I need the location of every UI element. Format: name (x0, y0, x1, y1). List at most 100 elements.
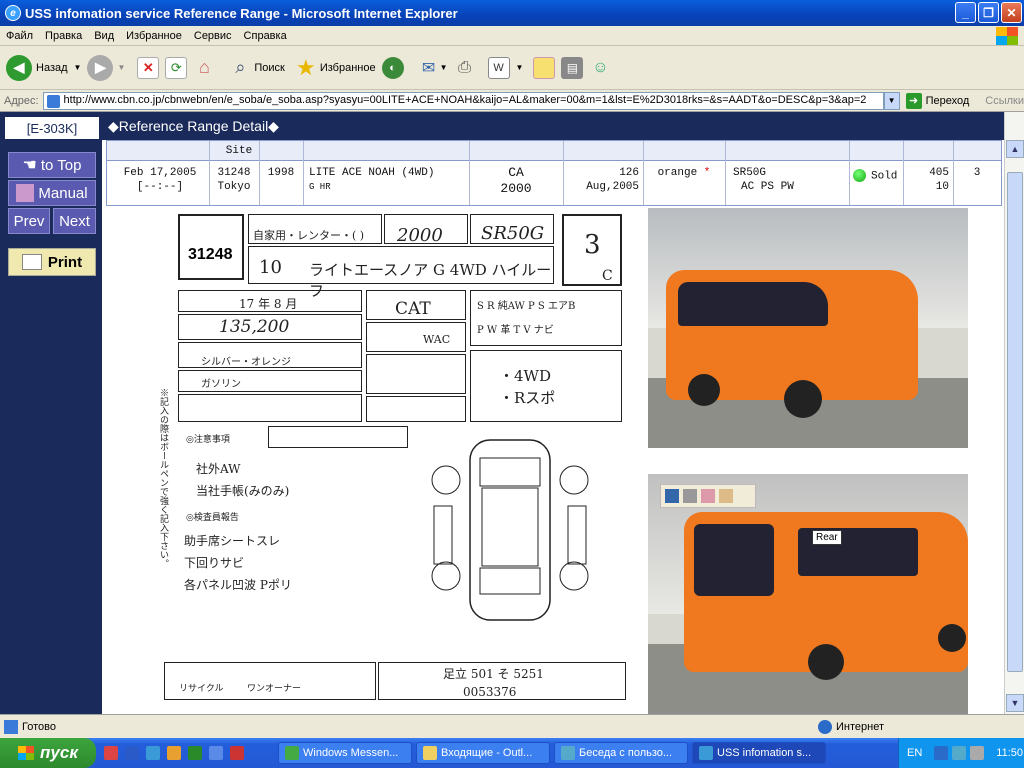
prev-button[interactable]: Prev (8, 208, 50, 234)
sheet-usage-box: 自家用・レンター・( ) (248, 214, 382, 244)
mail-button[interactable]: ✉ ▼ (418, 57, 448, 79)
notes-button[interactable] (533, 56, 556, 79)
print-button[interactable]: Print (8, 248, 96, 276)
stop-icon: ✕ (137, 56, 160, 79)
save-image-icon[interactable] (665, 489, 679, 503)
print-image-icon[interactable] (683, 489, 697, 503)
vertical-scrollbar[interactable]: ▲ ▼ (1004, 112, 1024, 714)
home-icon: ⌂ (198, 57, 210, 77)
task-outlook[interactable]: Входящие - Outl... (416, 742, 550, 764)
go-label: Переход (925, 94, 970, 107)
price: 405 (929, 167, 949, 179)
sheet-reg-year: 10 (259, 257, 282, 278)
sheet-model-code: SR50G (481, 223, 545, 244)
equipment: AC PS PW (741, 181, 794, 193)
sheet-lot-box: 31248 (178, 214, 244, 280)
sheet-frame-no: 0053376 (463, 685, 517, 699)
address-dropdown-icon[interactable]: ▼ (883, 91, 900, 110)
links-label[interactable]: Ссылки (985, 95, 1024, 107)
result-text: Sold (871, 170, 898, 183)
go-button[interactable]: ➜ Переход (905, 92, 970, 109)
task-chat[interactable]: Беседа с пользо... (554, 742, 688, 764)
system-tray: EN 11:50 (898, 738, 1024, 768)
back-label: Назад (36, 61, 68, 74)
manual-button[interactable]: Manual (8, 180, 96, 206)
ie-icon[interactable] (146, 746, 160, 760)
page-icon (46, 94, 60, 108)
media-icon: ◐ (381, 56, 404, 79)
address-input[interactable]: http://www.cbn.co.jp/cbnwebn/en/e_soba/e… (42, 91, 884, 110)
menu-view[interactable]: Вид (88, 30, 120, 42)
car-photo-front[interactable] (648, 208, 968, 448)
sheet-fuel-row: ガソリン (178, 370, 362, 392)
stop-button[interactable]: ✕ (137, 56, 160, 79)
back-button[interactable]: ◀ Назад ▼ (6, 54, 82, 81)
minimize-button[interactable]: _ (955, 2, 976, 23)
menu-tools[interactable]: Сервис (188, 30, 238, 42)
search-label: Поиск (254, 61, 285, 74)
address-url: http://www.cbn.co.jp/cbnwebn/en/e_soba/e… (63, 93, 867, 106)
favorites-button[interactable]: ★ Избранное (295, 55, 376, 80)
close-button[interactable]: ✕ (1001, 2, 1022, 23)
tray-icon[interactable] (970, 746, 985, 760)
refresh-button[interactable]: ⟳ (165, 56, 188, 79)
scroll-thumb[interactable] (1007, 172, 1023, 672)
windows-logo-icon (996, 27, 1018, 45)
scroll-up-icon[interactable]: ▲ (1006, 140, 1024, 158)
result: Sold (853, 169, 903, 182)
language-indicator[interactable]: EN (907, 747, 922, 759)
home-button[interactable]: ⌂ (193, 57, 215, 79)
tray-icon[interactable] (934, 746, 949, 760)
image-toolbar (660, 484, 756, 508)
sheet-shift: CAT (395, 299, 431, 319)
status-bar: Готово Интернет (0, 714, 1024, 738)
sheet-ac-box: WAC (366, 322, 466, 352)
quicklaunch-app-icon[interactable] (209, 746, 223, 760)
start-button[interactable]: пуск (0, 738, 96, 768)
quick-launch (104, 746, 248, 760)
research-button[interactable]: ▤ (561, 56, 584, 79)
print-toolbar-button[interactable]: ⎙ (454, 57, 476, 79)
menu-favorites[interactable]: Избранное (120, 30, 188, 42)
quicklaunch-app-icon[interactable] (104, 746, 118, 760)
chevron-down-icon: ▼ (73, 63, 82, 72)
word-icon[interactable] (125, 746, 139, 760)
edit-icon: W (487, 56, 510, 79)
forward-button[interactable]: ▶ ▼ (87, 54, 125, 81)
auction-date: Feb 17,2005 (123, 167, 197, 179)
tray-icon[interactable] (952, 746, 967, 760)
sheet-color-row: シルバー・オレンジ (178, 342, 362, 368)
back-arrow-icon: ◀ (6, 54, 32, 81)
title-bar[interactable]: e USS infomation service Reference Range… (0, 0, 1024, 26)
forward-arrow-icon: ▶ (87, 54, 114, 81)
messenger-button[interactable]: ☺ (589, 57, 611, 79)
auction-sheet[interactable]: 31248 自家用・レンター・( ) 2000 SR50G 3 C 10 ライト… (150, 208, 640, 714)
sheet-equipment-box: S R 純AW P S エアB P W 革 T V ナビ (470, 290, 622, 346)
note-icon (533, 56, 556, 79)
menu-edit[interactable]: Правка (39, 30, 88, 42)
menu-help[interactable]: Справка (238, 30, 293, 42)
page-header: [E-303K] ◆Reference Range Detail◆ (0, 112, 1004, 140)
scroll-down-icon[interactable]: ▼ (1006, 694, 1024, 712)
task-messenger[interactable]: Windows Messen... (278, 742, 412, 764)
email-image-icon[interactable] (701, 489, 715, 503)
inspection-date: Aug,2005 (586, 181, 639, 193)
quicklaunch-app-icon[interactable] (188, 746, 202, 760)
maximize-button[interactable]: ❐ (978, 2, 999, 23)
menu-file[interactable]: Файл (0, 30, 39, 42)
sheet-ac: WAC (423, 333, 451, 346)
chevron-down-icon: ▼ (515, 63, 524, 72)
to-top-button[interactable]: ☚ to Top (8, 152, 96, 178)
to-top-label: to Top (40, 156, 82, 174)
car-photo-rear[interactable]: Rear (648, 474, 968, 714)
quicklaunch-app-icon[interactable] (230, 746, 244, 760)
sheet-fuel: ガソリン (201, 379, 241, 390)
search-button[interactable]: ⌕ Поиск (229, 57, 285, 79)
edit-button[interactable]: W ▼ (487, 56, 524, 79)
task-ie[interactable]: USS infomation s... (692, 742, 826, 764)
quicklaunch-app-icon[interactable] (167, 746, 181, 760)
next-button[interactable]: Next (53, 208, 96, 234)
media-button[interactable]: ◐ (381, 56, 404, 79)
page-done-icon (4, 719, 18, 734)
open-folder-icon[interactable] (719, 489, 733, 503)
